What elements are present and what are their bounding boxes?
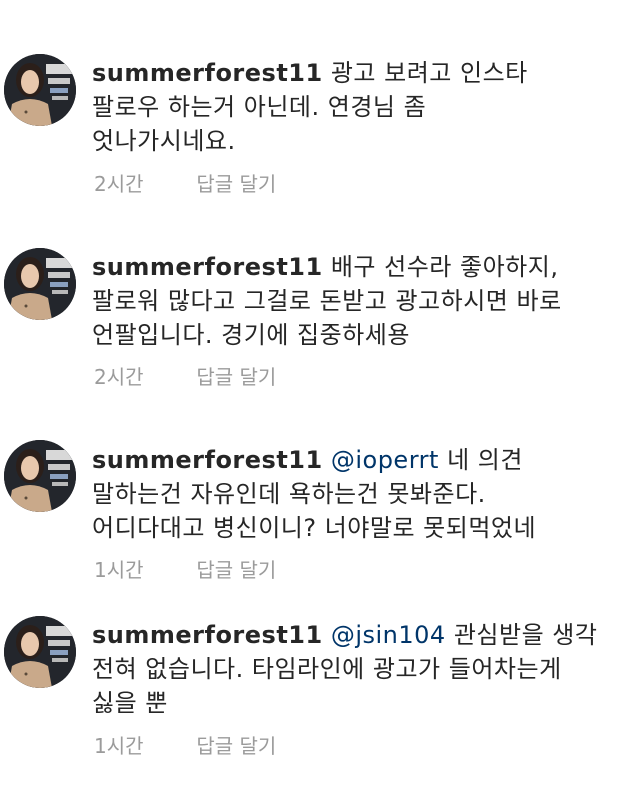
comment-body: 관심받을 생각 [453,621,598,649]
avatar[interactable] [4,440,76,512]
comment-body: 광고 보려고 인스타 [330,59,528,87]
comment-username[interactable]: summerforest11 [92,446,323,474]
comment-username[interactable]: summerforest11 [92,253,323,281]
reply-button[interactable]: 답글 달기 [196,363,276,391]
comment-body-line: 언팔입니다. 경기에 집중하세용 [92,321,410,349]
comment-meta: 1시간 답글 달기 [94,732,276,760]
comment-body-line: 팔로우 하는거 아닌데. 연경님 좀 [92,93,427,121]
comment-text: summerforest11 @jsin104 관심받을 생각 전혀 없습니다.… [92,618,612,720]
comment-body-line: 말하는건 자유인데 욕하는건 못봐준다. [92,480,486,508]
comment-username[interactable]: summerforest11 [92,621,323,649]
comment-timestamp: 1시간 [94,734,144,758]
comment-body-line: 전혀 없습니다. 타임라인에 광고가 들어차는게 [92,655,562,683]
comment-mention-link[interactable]: @jsin104 [331,621,446,649]
comment-username[interactable]: summerforest11 [92,59,323,87]
comment-body-line: 어디다대고 병신이니? 너야말로 못되먹었네 [92,514,537,542]
comment-timestamp: 2시간 [94,172,144,196]
avatar[interactable] [4,616,76,688]
comment-text: summerforest11 배구 선수라 좋아하지, 팔로워 많다고 그걸로 … [92,250,612,352]
comment-meta: 2시간 답글 달기 [94,363,276,391]
comment-text: summerforest11 광고 보려고 인스타 팔로우 하는거 아닌데. 연… [92,56,612,158]
comment-meta: 1시간 답글 달기 [94,556,276,584]
comment-body: 네 의견 [447,446,523,474]
reply-button[interactable]: 답글 달기 [196,170,276,198]
avatar[interactable] [4,248,76,320]
comment-timestamp: 1시간 [94,558,144,582]
reply-button[interactable]: 답글 달기 [196,732,276,760]
comment-meta: 2시간 답글 달기 [94,170,276,198]
comment-body-line: 엇나가시네요. [92,127,236,155]
comment-body: 배구 선수라 좋아하지, [330,253,559,281]
comment-body-line: 팔로워 많다고 그걸로 돈받고 광고하시면 바로 [92,287,562,315]
comment-text: summerforest11 @ioperrt 네 의견 말하는건 자유인데 욕… [92,443,612,545]
previous-comment-remnant: — — [200,0,280,2]
comment-timestamp: 2시간 [94,365,144,389]
avatar[interactable] [4,54,76,126]
comment-mention-link[interactable]: @ioperrt [331,446,439,474]
comment-body-line: 싫을 뿐 [92,689,168,717]
reply-button[interactable]: 답글 달기 [196,556,276,584]
